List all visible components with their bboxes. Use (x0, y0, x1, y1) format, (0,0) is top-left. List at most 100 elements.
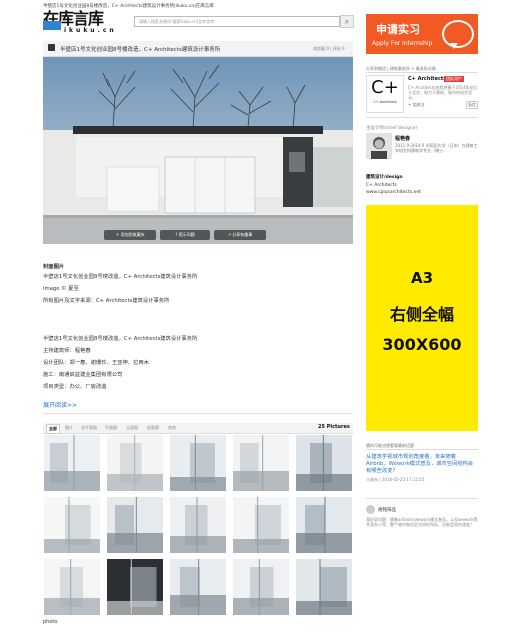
team-badge: 团队用户 (444, 76, 464, 82)
gallery-tabs: 全部 图片 总平面图 平面图 立面图 剖面图 其他 25 Pictures (43, 423, 353, 434)
firm-description: C+ Architects由程艳春于2014年创立于北京，致力于建筑、城市的研究… (408, 85, 478, 100)
hero-image[interactable] (43, 57, 353, 244)
thumbnail-photo (296, 435, 352, 491)
thumbnail-photo (233, 497, 289, 553)
firm-logo[interactable]: C+ C+ Architects (366, 75, 404, 113)
plus-icon: ＋ (115, 232, 120, 237)
gallery-thumbnail[interactable] (44, 497, 100, 553)
gallery-thumbnail[interactable] (233, 435, 289, 491)
cover-line: image © 夏至 (43, 286, 79, 292)
gallery-thumbnail[interactable] (170, 559, 226, 615)
article-title-bar: 半壁店1号文化创业园8号楼改造，C+ Architects建筑设计事务所 浏览量… (43, 41, 353, 57)
divider (43, 413, 353, 414)
project-icon (48, 44, 55, 51)
divider (366, 72, 478, 73)
firm-name[interactable]: C+ Architects (408, 76, 446, 82)
designer-portrait (366, 133, 392, 159)
gallery-caption: photo (43, 619, 58, 625)
gallery-thumbnail[interactable] (170, 435, 226, 491)
info-line: 设计团队：郑一春、谢珊珍、王亚坤、拉西木 (43, 360, 149, 366)
hero-photo (43, 57, 353, 244)
user-avatar[interactable] (366, 505, 375, 514)
ad-line: 300X600 (382, 335, 462, 354)
expand-link[interactable]: 展开阅读>> (43, 400, 77, 409)
gallery-thumbnail[interactable] (296, 559, 352, 615)
thumbnail-photo (296, 497, 352, 553)
tab-plan[interactable]: 平面图 (105, 424, 117, 432)
thumbnail-photo (107, 497, 163, 553)
info-line: 主持建筑师：程艳春 (43, 348, 91, 354)
tab-site-plan[interactable]: 总平面图 (81, 424, 97, 432)
gallery-thumbnail[interactable] (170, 497, 226, 553)
info-line: 项目类型：办公、厂房改造 (43, 384, 107, 390)
gallery-thumbnail[interactable] (296, 497, 352, 553)
comments-count: 评论 0 (332, 46, 345, 51)
firm-logo-mark: C+ (371, 77, 399, 98)
info-line: 施工：南通启益建业集团有限公司 (43, 372, 123, 378)
message-button[interactable]: 私信 (466, 101, 478, 109)
search-icon: ⌕ (344, 17, 350, 26)
info-line: 半壁店1号文化创业园8号楼改造，C+ Architects建筑设计事务所 (43, 336, 198, 342)
gallery-thumbnail[interactable] (233, 559, 289, 615)
chat-bubble-tail (450, 43, 458, 49)
tab-images[interactable]: 图片 (65, 424, 73, 432)
gallery-thumbnail[interactable] (107, 497, 163, 553)
share-label: 分享有趣事 (232, 232, 253, 237)
gallery-thumbnail[interactable] (107, 435, 163, 491)
gallery-thumbnail[interactable] (44, 435, 100, 491)
thumbnail-photo (107, 435, 163, 491)
thumbnail-photo (107, 559, 163, 615)
design-label: 建筑设计/design (366, 175, 403, 180)
ad-line: 右侧全幅 (389, 305, 454, 324)
thumbnail-photo (170, 559, 226, 615)
tab-elevation[interactable]: 立面图 (126, 424, 138, 432)
user-name[interactable]: 胡铭阳品 (378, 507, 396, 513)
designer-section-head: 主设计师/chief designer (366, 126, 418, 131)
designer-avatar[interactable] (366, 133, 392, 159)
divider (366, 449, 478, 450)
article-title: 半壁店1号文化创业园8号楼改造，C+ Architects建筑设计事务所 (60, 47, 221, 53)
related-title[interactable]: 从建筑学视城市规划角度看，未来随着Airbnb、Wework模式普及，城市空间结… (366, 454, 478, 475)
firm-logo-text: C+ Architects (373, 100, 397, 104)
banner-subtitle: Apply For Internship (372, 40, 433, 47)
chat-bubble-icon (442, 20, 474, 48)
design-firm-name[interactable]: C+ Architects (366, 183, 397, 188)
thumbnail-photo (44, 559, 100, 615)
gallery-thumbnail[interactable] (44, 559, 100, 615)
thumbnail-photo (296, 559, 352, 615)
internship-banner[interactable]: 申请实习 Apply For Internship (366, 14, 478, 54)
gallery-thumbnail[interactable] (296, 435, 352, 491)
logo-mark (43, 21, 61, 30)
site-logo[interactable]: 在库言库 ikuku.cn (43, 10, 133, 34)
thumbnail-photo (170, 435, 226, 491)
tab-all[interactable]: 全部 (46, 424, 60, 434)
search-input[interactable]: 请输入搜索关键词 搜索ikuku.cn|在库言库 (134, 16, 340, 27)
cover-line: 半壁店1号文化创业园8号楼改造，C+ Architects建筑设计事务所 (43, 274, 198, 280)
thumbnail-photo (170, 497, 226, 553)
add-favorite-label: 添加到收藏夹 (120, 232, 145, 237)
ask-question-button[interactable]: ? 提示问题 (160, 230, 210, 240)
ad-line: A3 (410, 269, 434, 287)
designer-name[interactable]: 程艳春 (395, 135, 410, 142)
ad-placeholder[interactable]: A3 右侧全幅 300X600 (366, 205, 478, 431)
search-button[interactable]: ⌕ (340, 15, 354, 28)
tab-other[interactable]: 其他 (168, 424, 176, 432)
search-placeholder: 请输入搜索关键词 搜索ikuku.cn|在库言库 (139, 19, 215, 24)
follow-button[interactable]: + 加关注 (408, 102, 425, 108)
gallery-thumbnail[interactable] (233, 497, 289, 553)
gallery-thumbnail[interactable] (107, 559, 163, 615)
share-button[interactable]: ↗ 分享有趣事 (214, 230, 266, 240)
firm-card: C+ C+ Architects C+ Architects 团队用户 C+ A… (366, 75, 478, 113)
divider (366, 117, 478, 118)
hero-actions: ＋ 添加到收藏夹 ? 提示问题 ↗ 分享有趣事 (104, 230, 268, 241)
cover-line: 所有图片及文字来源：C+ Architects建筑设计事务所 (43, 298, 170, 304)
design-firm-url[interactable]: www.cplusarchitects.net (366, 190, 421, 195)
user-comment: 我好奇问题：随着airbnb与wework模式普及，以及wework等共享办公等… (366, 517, 478, 527)
divider (366, 498, 478, 499)
thumbnail-photo (44, 435, 100, 491)
cover-heading: 封面图片 (43, 264, 65, 270)
add-favorite-button[interactable]: ＋ 添加到收藏夹 (104, 230, 156, 240)
thumbnail-photo (233, 435, 289, 491)
related-meta: 马海东 | 2016-03-25 17:12:25 (366, 477, 425, 482)
tab-section[interactable]: 剖面图 (147, 424, 159, 432)
